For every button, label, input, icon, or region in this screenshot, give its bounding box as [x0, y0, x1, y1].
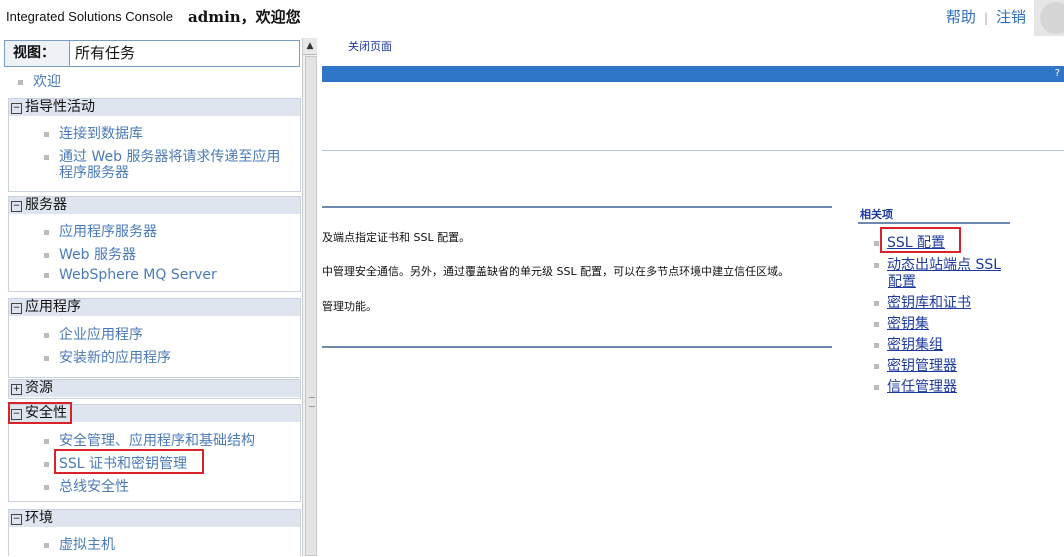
top-links: 帮助 | 注销: [946, 6, 1026, 27]
bullet-icon: [874, 363, 879, 369]
nav-item-mq-server[interactable]: WebSphere MQ Server: [44, 267, 217, 283]
bullet-icon: [44, 461, 49, 467]
avatar: [1034, 0, 1064, 36]
title-bar: ?: [322, 66, 1064, 82]
group-header[interactable]: − 应用程序: [9, 299, 300, 316]
bullet-icon: [44, 332, 49, 338]
nav-item-label: 虚拟主机: [59, 537, 115, 553]
related-link-trust-managers[interactable]: 信任管理器: [874, 376, 957, 396]
nav-item-security-admin[interactable]: 安全管理、应用程序和基础结构: [44, 430, 255, 450]
nav-item-label: 总线安全性: [59, 479, 129, 495]
related-items-rule: [858, 222, 1010, 224]
highlight-box-security: [8, 402, 72, 424]
bullet-icon: [44, 272, 49, 278]
highlight-box-ssl-cert: [54, 449, 204, 474]
nav-item-virtual-hosts[interactable]: 虚拟主机: [44, 534, 115, 554]
section-rule-top: [322, 206, 832, 208]
link-separator: |: [983, 11, 988, 25]
description-line-3: 管理功能。: [322, 300, 377, 313]
group-header[interactable]: + 资源: [9, 380, 300, 397]
view-select[interactable]: 所有任务: [75, 41, 135, 66]
nav-item-app-servers[interactable]: 应用程序服务器: [44, 221, 157, 241]
expand-icon[interactable]: +: [11, 384, 22, 395]
nav-item-label: 安装新的应用程序: [59, 350, 171, 366]
close-page-link[interactable]: 关闭页面: [348, 38, 392, 54]
bullet-icon: [874, 300, 879, 306]
nav-item-bus-security[interactable]: 总线安全性: [44, 476, 129, 496]
bullet-icon: [874, 384, 879, 390]
scroll-thumb[interactable]: [305, 56, 317, 556]
nav-item-enterprise-apps[interactable]: 企业应用程序: [44, 324, 143, 344]
group-title: 环境: [25, 510, 53, 526]
collapse-icon[interactable]: −: [11, 303, 22, 314]
collapse-icon[interactable]: −: [11, 514, 22, 525]
nav-group-resources: + 资源: [8, 379, 301, 399]
bullet-icon: [44, 355, 49, 361]
group-title: 服务器: [25, 197, 67, 213]
content-frame: [322, 150, 1064, 557]
group-header[interactable]: − 服务器: [9, 197, 300, 214]
section-rule-bottom: [322, 346, 832, 348]
highlight-box-ssl-config: [880, 227, 961, 253]
nav-item-welcome[interactable]: 欢迎: [18, 71, 61, 91]
related-link-dynamic-outbound-cont[interactable]: 配置: [888, 271, 916, 291]
grip-icon: [309, 397, 315, 407]
welcome-message: admin，欢迎您: [188, 8, 301, 26]
top-header: Integrated Solutions Console admin，欢迎您 帮…: [0, 0, 1064, 36]
bullet-icon: [44, 154, 49, 160]
nav-item-label: WebSphere MQ Server: [59, 267, 217, 283]
navigation-panel: 视图： 所有任务 欢迎 − 指导性活动 连接到数据库 通过 Web 服务器将请求传…: [0, 38, 302, 556]
related-link-key-set-groups[interactable]: 密钥集组: [874, 334, 943, 354]
related-link-label[interactable]: 配置: [888, 274, 916, 290]
logout-link[interactable]: 注销: [996, 8, 1026, 26]
help-link[interactable]: 帮助: [946, 8, 976, 26]
nav-item-connect-db[interactable]: 连接到数据库: [44, 123, 143, 143]
group-header[interactable]: − 指导性活动: [9, 99, 300, 116]
help-icon[interactable]: ?: [1055, 68, 1060, 79]
related-link-label[interactable]: 密钥管理器: [887, 358, 957, 374]
description-line-1: 及端点指定证书和 SSL 配置。: [322, 231, 471, 244]
group-title: 指导性活动: [25, 99, 95, 115]
nav-item-label: 企业应用程序: [59, 327, 143, 343]
related-items-title: 相关项: [860, 208, 893, 221]
bullet-icon: [874, 321, 879, 327]
description-line-2: 中管理安全通信。另外，通过覆盖缺省的单元级 SSL 配置，可以在多节点环境中建立…: [322, 265, 790, 278]
bullet-icon: [44, 438, 49, 444]
group-title: 资源: [25, 380, 53, 396]
nav-item-install-app[interactable]: 安装新的应用程序: [44, 347, 171, 367]
related-link-label[interactable]: 密钥集组: [887, 337, 943, 353]
nav-item-label: 应用程序服务器: [59, 224, 157, 240]
bullet-icon: [18, 79, 23, 85]
bullet-icon: [874, 342, 879, 348]
scroll-up-arrow-icon[interactable]: ▲: [303, 38, 317, 55]
related-link-label[interactable]: 密钥集: [887, 316, 929, 332]
nav-item-web-passthrough-cont[interactable]: 程序服务器: [59, 162, 129, 182]
collapse-icon[interactable]: −: [11, 103, 22, 114]
group-title: 应用程序: [25, 299, 81, 315]
view-label: 视图：: [5, 41, 70, 66]
bullet-icon: [44, 484, 49, 490]
nav-group-guided-activities: − 指导性活动: [8, 98, 301, 192]
nav-item-label: 安全管理、应用程序和基础结构: [59, 433, 255, 449]
nav-item-label: 欢迎: [33, 74, 61, 90]
group-header[interactable]: − 环境: [9, 510, 300, 527]
related-link-key-sets[interactable]: 密钥集: [874, 313, 929, 333]
related-link-label[interactable]: 信任管理器: [887, 379, 957, 395]
bullet-icon: [874, 240, 879, 246]
bullet-icon: [44, 252, 49, 258]
view-selector[interactable]: 视图： 所有任务: [4, 40, 300, 67]
bullet-icon: [874, 262, 879, 268]
nav-scrollbar[interactable]: ▲: [302, 38, 317, 556]
related-link-keystores[interactable]: 密钥库和证书: [874, 292, 971, 312]
collapse-icon[interactable]: −: [11, 201, 22, 212]
bullet-icon: [44, 542, 49, 548]
console-title: Integrated Solutions Console: [6, 9, 173, 24]
bullet-icon: [44, 131, 49, 137]
bullet-icon: [44, 229, 49, 235]
related-link-key-managers[interactable]: 密钥管理器: [874, 355, 957, 375]
related-link-label[interactable]: 密钥库和证书: [887, 295, 971, 311]
nav-item-label: 连接到数据库: [59, 126, 143, 142]
nav-item-web-servers[interactable]: Web 服务器: [44, 244, 136, 264]
nav-item-label: Web 服务器: [59, 247, 136, 263]
